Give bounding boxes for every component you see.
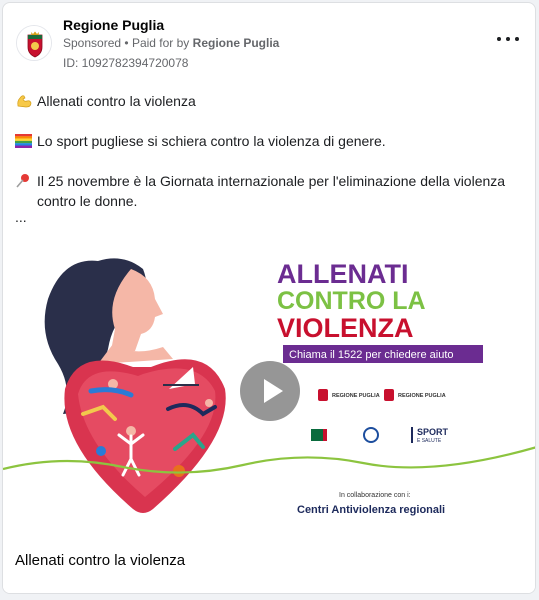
paid-for-by[interactable]: Regione Puglia [193,36,280,50]
ad-id: ID: 1092782394720078 [63,56,189,70]
headline-2: CONTRO LA [277,287,426,315]
body-text-1: Allenati contro la violenza [37,93,196,109]
collab-name: Centri Antiviolenza regionali [297,504,445,516]
rainbow-flag-icon [15,131,37,151]
logo-text-2: REGIONE PUGLIA [398,393,446,399]
footer-title: Allenati contro la violenza [15,552,186,569]
collab-label: In collaborazione con i: [339,492,411,499]
coat-of-arms-icon [318,389,328,401]
separator-dot: • [124,36,129,50]
video-media[interactable]: ALLENATI CONTRO LA VIOLENZA Chiama il 15… [3,239,535,543]
sport-logo-sub: E SALUTE [417,438,442,444]
flexed-biceps-icon [15,91,37,111]
coat-of-arms-icon [17,26,51,60]
headline-1: ALLENATI [277,259,408,289]
body-text-2: Lo sport pugliese si schiera contro la v… [37,133,386,149]
sponsored-line: Sponsored • Paid for by Regione Puglia [63,36,279,50]
paralympic-logo-icon [363,427,379,443]
page-name[interactable]: Regione Puglia [63,17,164,33]
coni-logo-icon [311,429,323,441]
logo-text-1: REGIONE PUGLIA [332,393,380,399]
body-line-2: Lo sport pugliese si schiera contro la v… [15,131,525,151]
body-line-3: Il 25 novembre è la Giornata internazion… [15,171,525,211]
more-options-icon[interactable] [497,31,519,47]
sponsored-label: Sponsored [63,36,122,50]
body-text-3: Il 25 novembre è la Giornata internazion… [37,173,506,209]
page-avatar[interactable] [16,25,52,61]
paid-for-prefix: Paid for by [131,36,190,50]
ad-footer[interactable]: Allenati contro la violenza [3,543,535,593]
play-icon[interactable] [240,361,300,421]
coat-of-arms-icon [384,389,394,401]
sport-logo: SPORT [417,427,449,437]
body-line-1: Allenati contro la violenza [15,91,525,111]
headline-3: VIOLENZA [277,313,414,343]
post-header: Regione Puglia Sponsored • Paid for by R… [3,3,535,83]
see-more-ellipsis[interactable]: ... [15,210,525,224]
post-body: Allenati contro la violenza Lo sport pug… [15,91,525,224]
ad-post-card: Regione Puglia Sponsored • Paid for by R… [2,2,536,594]
pushpin-icon [15,171,37,191]
call-banner-text: Chiama il 1522 per chiedere aiuto [289,349,454,361]
